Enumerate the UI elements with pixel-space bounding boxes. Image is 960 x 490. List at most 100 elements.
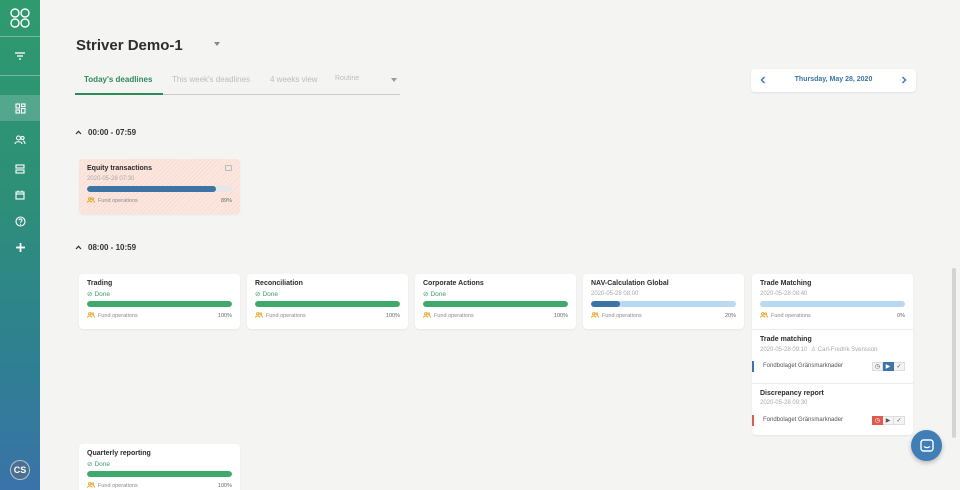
- card-title: Corporate Actions: [423, 280, 484, 287]
- section-toggle-08-11[interactable]: 08:00 - 10:59: [75, 243, 136, 252]
- subtask-item[interactable]: Trade matching 2020-05-28 09:10 ♙ Carl-F…: [752, 329, 913, 381]
- sidebar-divider: [0, 36, 40, 37]
- progress-fill: [87, 301, 232, 307]
- subtask-accent: [752, 361, 754, 372]
- subtask-time: 2020-05-28 09:10: [760, 347, 808, 353]
- group-icon: [255, 312, 263, 320]
- group-icon: [87, 312, 95, 320]
- chevron-up-icon: [75, 130, 82, 135]
- play-icon[interactable]: ▶: [883, 416, 894, 425]
- note-icon[interactable]: [225, 165, 232, 171]
- deadline-card[interactable]: NAV-Calculation Global 2020-05-28 08:00 …: [583, 274, 744, 329]
- progress-bar: [87, 186, 232, 192]
- progress-bar: [423, 301, 568, 307]
- dashboard-icon[interactable]: [0, 95, 40, 121]
- project-dropdown-caret-icon[interactable]: [214, 42, 220, 46]
- progress-fill: [591, 301, 620, 307]
- card-group: Fund operations: [87, 197, 138, 205]
- card-percent: 100%: [217, 313, 232, 319]
- deadline-card[interactable]: Equity transactions 2020-05-28 07:30 Fun…: [79, 159, 240, 214]
- status-label: Done: [430, 290, 446, 298]
- card-status: ⊘ Done: [255, 290, 278, 299]
- progress-bar: [87, 471, 232, 477]
- card-percent: 100%: [217, 483, 232, 489]
- deadline-card[interactable]: Reconciliation ⊘ Done Fund operations 100…: [247, 274, 408, 329]
- deadline-card[interactable]: Trading ⊘ Done Fund operations 100%: [79, 274, 240, 329]
- active-tab-indicator: [75, 93, 163, 95]
- card-status: ⊘ Done: [423, 290, 446, 299]
- timer-icon[interactable]: ◷: [872, 362, 883, 371]
- card-percent: 100%: [553, 313, 568, 319]
- done-icon: ⊘: [87, 461, 93, 468]
- progress-fill: [87, 186, 217, 192]
- group-label: Fund operations: [771, 313, 811, 319]
- subtask-accent: [752, 415, 754, 426]
- list-icon[interactable]: [0, 156, 40, 182]
- card-title: Reconciliation: [255, 280, 303, 287]
- trade-matching-panel: Trade Matching 2020-05-28 08:40 Fund ope…: [752, 274, 913, 435]
- next-day-chevron-icon[interactable]: [898, 74, 910, 86]
- calendar-icon[interactable]: [0, 182, 40, 208]
- section-toggle-00-08[interactable]: 00:00 - 07:59: [75, 128, 136, 137]
- subtask-meta: 2020-05-28 09:10 ♙ Carl-Fredrik Svensson: [760, 346, 877, 353]
- current-date[interactable]: Thursday, May 28, 2020: [751, 76, 916, 83]
- status-label: Done: [94, 290, 110, 298]
- card-group: Fund operations: [591, 312, 642, 320]
- routine-dropdown-caret-icon[interactable]: [391, 78, 397, 82]
- users-icon[interactable]: [0, 127, 40, 153]
- sidebar-divider: [0, 75, 40, 76]
- sidebar: CS: [0, 0, 40, 490]
- card-status: ⊘ Done: [87, 460, 110, 469]
- group-label: Fund operations: [602, 313, 642, 319]
- card-title: Quarterly reporting: [87, 450, 151, 457]
- status-label: Done: [94, 460, 110, 468]
- progress-fill: [87, 471, 232, 477]
- help-icon[interactable]: [0, 208, 40, 234]
- view-tabs: Today's deadlines This week's deadlines …: [75, 66, 400, 95]
- card-percent: 89%: [220, 198, 232, 204]
- group-icon: [760, 312, 768, 320]
- card-group: Fund operations: [87, 482, 138, 490]
- group-icon: [87, 482, 95, 490]
- card-group: Fund operations: [87, 312, 138, 320]
- routine-select[interactable]: Routine: [335, 75, 359, 82]
- deadline-card[interactable]: Corporate Actions ⊘ Done Fund operations …: [415, 274, 576, 329]
- done-icon: ⊘: [255, 291, 261, 298]
- card-deadline: 2020-05-28 08:00: [591, 291, 639, 297]
- card-group: Fund operations: [423, 312, 474, 320]
- check-icon[interactable]: ✓: [894, 416, 905, 425]
- play-icon[interactable]: ▶: [883, 362, 894, 371]
- tab-4-weeks-view[interactable]: 4 weeks view: [270, 75, 318, 84]
- date-navigator: Thursday, May 28, 2020: [751, 69, 916, 92]
- group-icon: [591, 312, 599, 320]
- scrollbar[interactable]: [952, 268, 956, 438]
- deadline-card[interactable]: Quarterly reporting ⊘ Done Fund operation…: [79, 444, 240, 490]
- subtask-item[interactable]: Discrepancy report 2020-05-28 09:30 Fond…: [752, 383, 913, 435]
- filter-icon[interactable]: [0, 43, 40, 69]
- user-avatar[interactable]: CS: [10, 460, 30, 480]
- card-title: NAV-Calculation Global: [591, 280, 669, 287]
- subtask-title: Discrepancy report: [760, 390, 824, 397]
- card-group: Fund operations: [760, 312, 811, 320]
- chevron-up-icon: [75, 245, 82, 250]
- group-label: Fund operations: [98, 198, 138, 204]
- card-status: ⊘ Done: [87, 290, 110, 299]
- add-icon[interactable]: [0, 234, 40, 260]
- group-label: Fund operations: [266, 313, 306, 319]
- subtask-fund: Fondbolaget Gränsmarknader: [763, 417, 844, 423]
- tab-this-weeks-deadlines[interactable]: This week's deadlines: [172, 75, 250, 84]
- card-percent: 100%: [385, 313, 400, 319]
- group-label: Fund operations: [98, 313, 138, 319]
- tab-todays-deadlines[interactable]: Today's deadlines: [84, 75, 152, 84]
- page-title: Striver Demo-1: [76, 37, 183, 54]
- chat-icon[interactable]: [911, 430, 942, 461]
- card-percent: 20%: [724, 313, 736, 319]
- app-logo-icon[interactable]: [0, 0, 40, 36]
- done-icon: ⊘: [423, 291, 429, 298]
- progress-fill: [255, 301, 400, 307]
- group-icon: [87, 197, 95, 205]
- deadline-card[interactable]: Trade Matching 2020-05-28 08:40 Fund ope…: [752, 274, 913, 329]
- card-title: Trading: [87, 280, 113, 287]
- check-icon[interactable]: ✓: [894, 362, 905, 371]
- timer-alert-icon[interactable]: ◷: [872, 416, 883, 425]
